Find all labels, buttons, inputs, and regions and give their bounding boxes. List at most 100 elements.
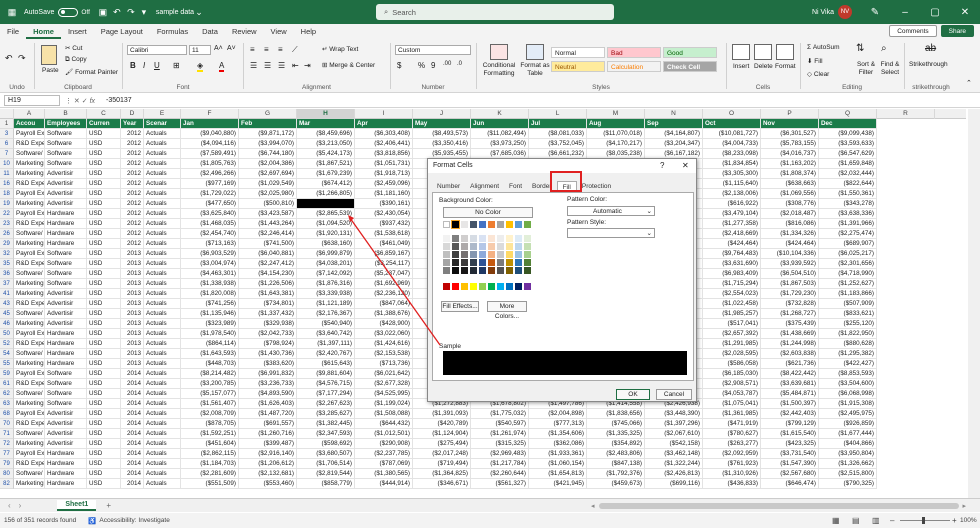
table-cell[interactable]: Marketing (14, 169, 45, 179)
table-cell[interactable]: ($1,397,111) (297, 339, 355, 349)
color-swatch[interactable] (461, 283, 468, 290)
table-cell[interactable]: 2014 (121, 379, 144, 389)
dialog-help-icon[interactable]: ? (660, 161, 664, 170)
table-cell[interactable]: Hardware (45, 229, 87, 239)
format-as-table-button[interactable]: Format as Table (517, 62, 553, 78)
table-cell[interactable]: USD (87, 209, 121, 219)
color-swatch[interactable] (443, 251, 450, 258)
table-cell[interactable]: ($6,504,510) (761, 269, 819, 279)
table-cell[interactable]: ($745,066) (587, 419, 645, 429)
tab-file[interactable]: File (0, 24, 26, 39)
table-cell[interactable]: ($362,086) (529, 439, 587, 449)
table-cell[interactable]: USD (87, 339, 121, 349)
header-cell[interactable]: Jul (529, 119, 587, 129)
table-cell[interactable]: ($1,252,627) (819, 279, 877, 289)
table-cell[interactable]: ($790,325) (819, 479, 877, 489)
color-swatch[interactable] (488, 267, 495, 274)
table-cell[interactable]: ($4,893,590) (239, 389, 297, 399)
table-cell[interactable]: 2013 (121, 349, 144, 359)
table-cell[interactable]: USD (87, 189, 121, 199)
pen-icon[interactable]: ✎ (860, 7, 890, 18)
table-cell[interactable]: ($461,049) (355, 239, 413, 249)
table-cell[interactable]: ($3,339,938) (297, 289, 355, 299)
tab-help[interactable]: Help (294, 24, 323, 39)
table-cell[interactable]: Marketing (14, 359, 45, 369)
table-cell[interactable]: ($1,391,966) (819, 219, 877, 229)
table-cell[interactable]: ($1,438,669) (761, 329, 819, 339)
table-cell[interactable]: ($2,018,487) (761, 209, 819, 219)
table-cell[interactable]: Software (45, 249, 87, 259)
outdent-icon[interactable]: ⇥ (304, 61, 311, 70)
table-cell[interactable]: USD (87, 359, 121, 369)
table-cell[interactable]: ($255,120) (819, 319, 877, 329)
table-cell[interactable]: 2012 (121, 199, 144, 209)
color-swatch[interactable] (461, 235, 468, 242)
color-swatch[interactable] (470, 267, 477, 274)
table-cell[interactable]: Software (45, 269, 87, 279)
table-cell[interactable]: ($2,017,248) (413, 449, 471, 459)
color-swatch[interactable] (515, 259, 522, 266)
fill-effects-button[interactable]: Fill Effects... (441, 301, 479, 312)
delete-cells-button[interactable]: Delete (754, 63, 773, 70)
table-cell[interactable]: ($315,325) (471, 439, 529, 449)
table-cell[interactable]: ($780,627) (703, 429, 761, 439)
style-bad[interactable]: Bad (607, 47, 661, 58)
column-header-n[interactable]: N (645, 109, 703, 119)
comments-button[interactable]: Comments (889, 25, 937, 37)
table-cell[interactable]: USD (87, 249, 121, 259)
align-right-icon[interactable]: ☰ (278, 61, 285, 70)
color-swatch[interactable] (443, 267, 450, 274)
table-cell[interactable]: ($1,729,022) (181, 189, 239, 199)
table-cell[interactable]: 2012 (121, 129, 144, 139)
table-cell[interactable]: ($5,783,155) (761, 139, 819, 149)
table-cell[interactable]: ($404,866) (819, 439, 877, 449)
table-cell[interactable]: ($1,199,024) (355, 399, 413, 409)
color-swatch[interactable] (488, 243, 495, 250)
table-cell[interactable]: Advertisir (45, 199, 87, 209)
table-cell[interactable]: ($2,267,623) (297, 399, 355, 409)
color-swatch[interactable] (443, 221, 450, 228)
table-cell[interactable]: ($428,900) (355, 319, 413, 329)
row-header[interactable]: 68 (0, 409, 14, 419)
table-cell[interactable]: ($2,025,980) (239, 189, 297, 199)
header-cell[interactable]: Accou (14, 119, 45, 129)
table-cell[interactable]: Software/ (14, 269, 45, 279)
table-cell[interactable]: ($308,776) (761, 199, 819, 209)
style-normal[interactable]: Normal (551, 47, 605, 58)
table-cell[interactable]: ($8,853,593) (819, 369, 877, 379)
table-cell[interactable]: ($5,237,047) (355, 269, 413, 279)
row-header[interactable]: 72 (0, 439, 14, 449)
bold-icon[interactable]: B (130, 61, 136, 70)
avatar[interactable]: NV (838, 5, 852, 19)
table-cell[interactable]: ($1,135,946) (181, 309, 239, 319)
table-cell[interactable]: 2014 (121, 419, 144, 429)
indent-icon[interactable]: ⇤ (292, 61, 299, 70)
table-cell[interactable]: Software (45, 149, 87, 159)
minimize-icon[interactable]: – (890, 7, 920, 18)
row-header[interactable]: 11 (0, 169, 14, 179)
table-cell[interactable]: ($1,547,390) (761, 459, 819, 469)
column-header-p[interactable]: P (761, 109, 819, 119)
table-cell[interactable]: ($7,589,491) (181, 149, 239, 159)
table-cell[interactable]: USD (87, 259, 121, 269)
color-swatch[interactable] (524, 243, 531, 250)
table-cell[interactable]: ($4,525,995) (355, 389, 413, 399)
column-header-j[interactable]: J (413, 109, 471, 119)
table-cell[interactable]: ($2,495,975) (819, 409, 877, 419)
table-cell[interactable]: ($424,464) (703, 239, 761, 249)
table-cell[interactable]: ($551,509) (181, 479, 239, 489)
table-cell[interactable]: ($1,183,866) (819, 289, 877, 299)
row-header[interactable]: 35 (0, 259, 14, 269)
table-cell[interactable]: ($1,244,998) (761, 339, 819, 349)
row-header[interactable]: 26 (0, 229, 14, 239)
table-cell[interactable]: ($4,154,230) (239, 269, 297, 279)
table-cell[interactable]: Advertisir (45, 319, 87, 329)
table-cell[interactable]: USD (87, 309, 121, 319)
table-cell[interactable]: ($1,822,950) (819, 329, 877, 339)
ribbon-undo-icon[interactable]: ↶ (5, 53, 13, 64)
table-cell[interactable]: ($436,833) (703, 479, 761, 489)
table-cell[interactable]: ($3,022,060) (355, 329, 413, 339)
header-cell[interactable]: Jan (181, 119, 239, 129)
row-header[interactable]: 41 (0, 289, 14, 299)
table-cell[interactable]: ($444,914) (355, 479, 413, 489)
